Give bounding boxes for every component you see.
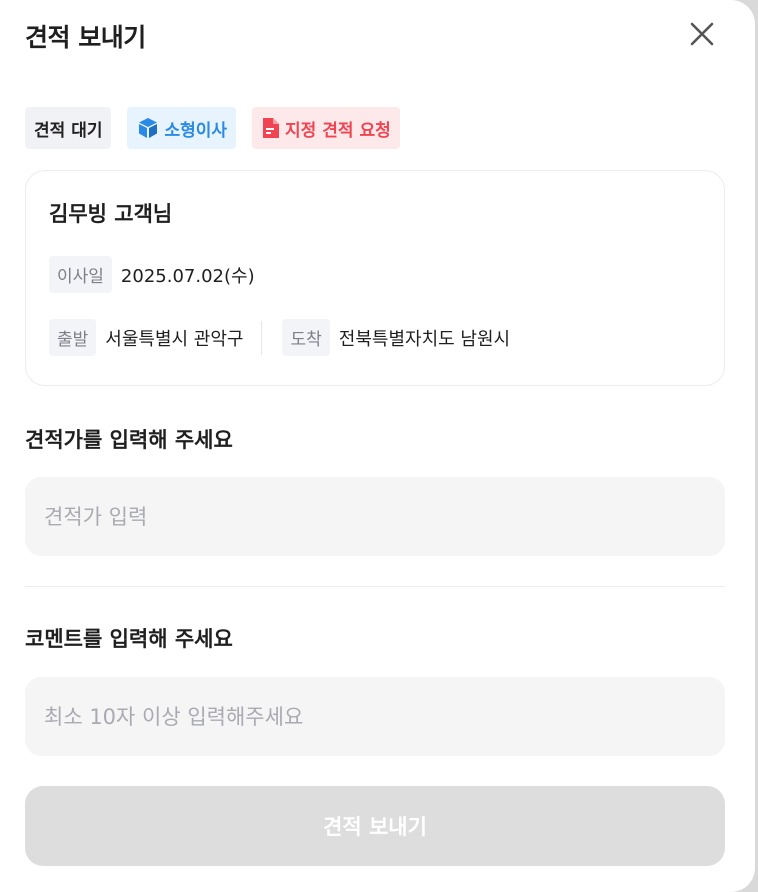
move-type-label: 소형이사: [164, 120, 228, 141]
customer-card: 김무빙 고객님 이사일 2025.07.02(수) 출발 서울특별시 관악구 도…: [25, 170, 725, 386]
box-icon: [139, 118, 158, 138]
move-date-row: 이사일 2025.07.02(수): [49, 256, 255, 293]
customer-name: 김무빙 고객님: [49, 202, 173, 226]
close-button[interactable]: [686, 18, 718, 50]
arrival-value: 전북특별자치도 남원시: [338, 328, 511, 350]
departure-value: 서울특별시 관악구: [105, 328, 244, 350]
send-estimate-button[interactable]: 견적 보내기: [25, 786, 725, 866]
move-date-label: 이사일: [49, 256, 112, 293]
section-divider: [25, 586, 725, 587]
move-date-value: 2025.07.02(수): [120, 265, 255, 287]
tag-row: 견적 대기 소형이사 지정 견적 요청: [25, 107, 400, 149]
request-label: 지정 견적 요청: [285, 120, 391, 141]
close-icon: [690, 22, 714, 46]
price-input[interactable]: [25, 477, 725, 556]
route-divider: [261, 320, 263, 355]
request-badge: 지정 견적 요청: [252, 107, 400, 149]
comment-section-title: 코멘트를 입력해 주세요: [25, 627, 233, 651]
send-estimate-modal: 견적 보내기 견적 대기 소형이사 지정 견적 요청 김무빙 고객님 이사일 2…: [0, 0, 755, 892]
arrival-label: 도착: [282, 319, 330, 356]
status-badge-label: 견적 대기: [34, 120, 103, 141]
price-section-title: 견적가를 입력해 주세요: [25, 428, 233, 452]
departure-label: 출발: [49, 319, 97, 356]
document-icon: [263, 118, 280, 138]
status-badge: 견적 대기: [25, 107, 112, 149]
modal-title: 견적 보내기: [25, 23, 146, 52]
comment-input[interactable]: [25, 677, 725, 756]
move-type-badge: 소형이사: [127, 107, 237, 149]
route-row: 출발 서울특별시 관악구 도착 전북특별자치도 남원시: [49, 319, 510, 356]
